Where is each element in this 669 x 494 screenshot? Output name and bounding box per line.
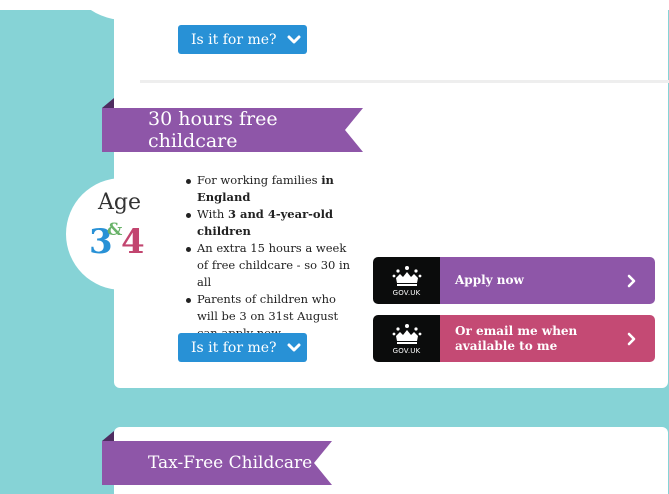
age-word: Age bbox=[98, 190, 141, 215]
gov-uk-label: GOV.UK bbox=[392, 288, 421, 297]
crown-icon bbox=[392, 265, 421, 286]
chevron-right-icon bbox=[627, 274, 636, 287]
is-it-for-me-button[interactable]: Is it for me? bbox=[178, 333, 307, 362]
ribbon-fold bbox=[102, 431, 114, 441]
section-divider bbox=[140, 80, 669, 83]
is-it-for-me-label: Is it for me? bbox=[191, 31, 277, 48]
age-to: 4 bbox=[121, 222, 145, 262]
apply-now-button[interactable]: GOV.UK Apply now bbox=[373, 257, 655, 304]
chevron-right-icon bbox=[627, 332, 636, 345]
section-title: 30 hours free childcare bbox=[148, 108, 278, 152]
thirty-hours-ribbon: 30 hours free childcare bbox=[102, 108, 363, 152]
gov-uk-logo: GOV.UK bbox=[373, 315, 440, 362]
gov-uk-label: GOV.UK bbox=[392, 346, 421, 355]
chevron-down-icon bbox=[287, 341, 301, 355]
tax-free-ribbon: Tax-Free Childcare bbox=[102, 441, 332, 485]
crown-icon bbox=[392, 323, 421, 344]
list-item: An extra 15 hours a week of free childca… bbox=[184, 240, 359, 291]
ribbon-fold bbox=[102, 98, 114, 108]
apply-now-label-area: Apply now bbox=[440, 257, 655, 304]
email-me-label: Or email me when available to me bbox=[455, 323, 578, 353]
email-me-label-area: Or email me when available to me bbox=[440, 315, 655, 362]
is-it-for-me-label: Is it for me? bbox=[191, 339, 277, 356]
apply-now-label: Apply now bbox=[455, 273, 524, 287]
gov-uk-logo: GOV.UK bbox=[373, 257, 440, 304]
is-it-for-me-button-top[interactable]: Is it for me? bbox=[178, 25, 307, 54]
chevron-down-icon bbox=[287, 33, 301, 47]
list-item: With 3 and 4-year-old children bbox=[184, 206, 359, 240]
list-item: For working families in England bbox=[184, 172, 359, 206]
email-me-button[interactable]: GOV.UK Or email me when available to me bbox=[373, 315, 655, 362]
eligibility-list: For working families in England With 3 a… bbox=[184, 172, 359, 342]
section-title: Tax-Free Childcare bbox=[148, 453, 313, 473]
